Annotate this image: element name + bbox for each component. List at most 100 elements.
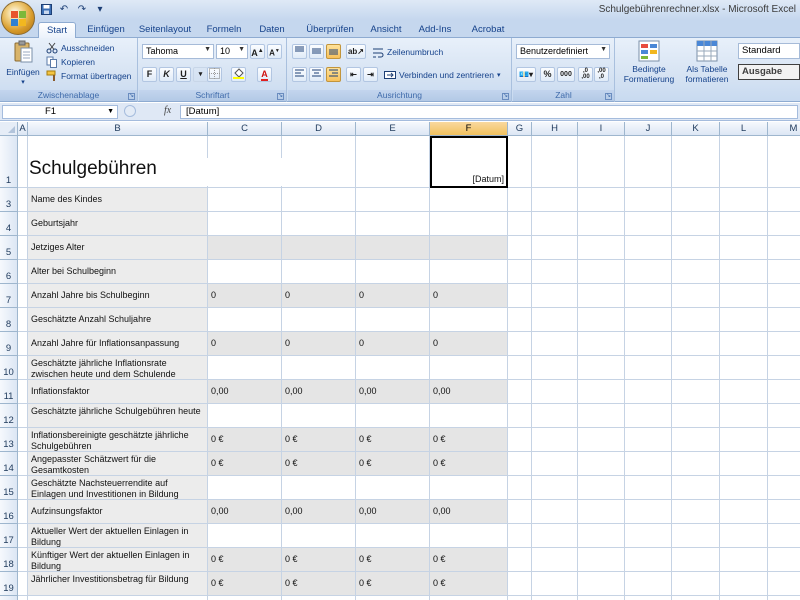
column-header-m[interactable]: M bbox=[768, 122, 800, 136]
value-cell[interactable] bbox=[208, 260, 281, 283]
row-label[interactable]: Geschätzte jährliche Inflationsrate zwis… bbox=[28, 356, 207, 379]
column-header-k[interactable]: K bbox=[672, 122, 720, 136]
wrap-text-button[interactable]: Zeilenumbruch bbox=[372, 46, 443, 58]
value-cell[interactable] bbox=[430, 212, 507, 235]
percent-button[interactable]: % bbox=[540, 67, 555, 82]
column-header-c[interactable]: C bbox=[208, 122, 282, 136]
row-label[interactable]: Jährlicher Investitionsbetrag für Bildun… bbox=[28, 572, 207, 595]
clipboard-launcher-icon[interactable]: ↘ bbox=[128, 93, 135, 100]
value-cell[interactable]: 0,00 bbox=[282, 500, 355, 523]
tab-acrobat[interactable]: Acrobat bbox=[466, 22, 510, 38]
value-cell[interactable] bbox=[208, 188, 281, 211]
increase-indent-button[interactable]: ⇥ bbox=[363, 67, 378, 82]
align-left-button[interactable] bbox=[292, 67, 307, 82]
value-cell[interactable] bbox=[282, 188, 355, 211]
value-cell[interactable]: 0,00 bbox=[430, 500, 507, 523]
value-cell[interactable]: 0,00 bbox=[430, 380, 507, 403]
row-label[interactable]: Aufzinsungsfaktor bbox=[28, 500, 207, 523]
align-middle-button[interactable] bbox=[309, 44, 324, 59]
shrink-font-button[interactable]: A▼ bbox=[267, 44, 282, 59]
row-header-7[interactable]: 7 bbox=[0, 284, 18, 308]
value-cell[interactable] bbox=[282, 236, 355, 259]
row-label[interactable]: Anzahl Jahre für Inflationsanpassung bbox=[28, 332, 207, 355]
row-label[interactable]: Geschätzte Nachsteuerrendite auf Einlage… bbox=[28, 476, 207, 499]
cut-button[interactable]: Ausschneiden bbox=[46, 42, 114, 54]
tab-insert[interactable]: Einfügen bbox=[80, 22, 132, 38]
value-cell[interactable]: 0 € bbox=[282, 572, 355, 595]
value-cell[interactable] bbox=[356, 524, 429, 547]
value-cell[interactable] bbox=[208, 476, 281, 499]
value-cell[interactable] bbox=[282, 476, 355, 499]
value-cell[interactable] bbox=[430, 260, 507, 283]
value-cell[interactable] bbox=[208, 212, 281, 235]
value-cell[interactable]: 0 bbox=[356, 332, 429, 355]
row-header-12[interactable]: 12 bbox=[0, 404, 18, 428]
italic-button[interactable]: K bbox=[159, 67, 174, 82]
row-header-14[interactable]: 14 bbox=[0, 452, 18, 476]
value-cell[interactable]: 0 € bbox=[356, 572, 429, 595]
value-cell[interactable]: 0,00 bbox=[356, 500, 429, 523]
row-label[interactable]: Aktueller Wert der aktuellen Einlagen in… bbox=[28, 524, 207, 547]
column-header-i[interactable]: I bbox=[578, 122, 625, 136]
row-header-5[interactable]: 5 bbox=[0, 236, 18, 260]
value-cell[interactable]: 0 € bbox=[356, 548, 429, 571]
decrease-indent-button[interactable]: ⇤ bbox=[346, 67, 361, 82]
value-cell[interactable]: 0 bbox=[282, 332, 355, 355]
font-size-select[interactable]: 10 ▼ bbox=[216, 44, 248, 59]
font-name-select[interactable]: Tahoma ▼ bbox=[142, 44, 214, 59]
value-cell[interactable]: 0,00 bbox=[282, 380, 355, 403]
value-cell[interactable] bbox=[282, 212, 355, 235]
column-header-j[interactable]: J bbox=[625, 122, 672, 136]
fill-handle[interactable] bbox=[505, 185, 506, 186]
column-header-h[interactable]: H bbox=[532, 122, 578, 136]
row-header-20[interactable]: 20 bbox=[0, 596, 18, 600]
value-cell[interactable]: 0 bbox=[208, 332, 281, 355]
name-box[interactable]: F1 ▼ bbox=[2, 105, 118, 119]
align-center-button[interactable] bbox=[309, 67, 324, 82]
value-cell[interactable]: 0,00 bbox=[356, 380, 429, 403]
style-output[interactable]: Ausgabe bbox=[738, 64, 800, 80]
tab-data[interactable]: Daten bbox=[252, 22, 292, 38]
orientation-button[interactable]: ab↗ bbox=[346, 44, 366, 59]
value-cell[interactable] bbox=[208, 404, 281, 427]
value-cell[interactable] bbox=[208, 236, 281, 259]
format-painter-button[interactable]: Format übertragen bbox=[46, 70, 131, 82]
font-launcher-icon[interactable]: ↘ bbox=[277, 93, 284, 100]
value-cell[interactable]: 0 bbox=[356, 284, 429, 307]
row-header-18[interactable]: 18 bbox=[0, 548, 18, 572]
row-header-4[interactable]: 4 bbox=[0, 212, 18, 236]
align-bottom-button[interactable] bbox=[326, 44, 341, 59]
value-cell[interactable]: 0 bbox=[282, 284, 355, 307]
value-cell[interactable] bbox=[430, 236, 507, 259]
value-cell[interactable]: 0,00 bbox=[208, 500, 281, 523]
value-cell[interactable] bbox=[208, 356, 281, 379]
tab-addins[interactable]: Add-Ins bbox=[414, 22, 456, 38]
row-header-10[interactable]: 10 bbox=[0, 356, 18, 380]
expand-formula-icon[interactable] bbox=[124, 105, 136, 117]
value-cell[interactable] bbox=[208, 524, 281, 547]
date-cell[interactable]: [Datum] bbox=[430, 136, 508, 188]
row-label[interactable]: Inflationsbereinigte geschätzte jährlich… bbox=[28, 428, 207, 451]
row-label[interactable]: Name des Kindes bbox=[28, 188, 207, 211]
value-cell[interactable] bbox=[356, 260, 429, 283]
row-header-16[interactable]: 16 bbox=[0, 500, 18, 524]
column-header-a[interactable]: A bbox=[18, 122, 28, 136]
value-cell[interactable]: 0 € bbox=[282, 452, 355, 475]
row-label[interactable]: Anzahl Jahre bis Schulbeginn bbox=[28, 284, 207, 307]
value-cell[interactable] bbox=[282, 356, 355, 379]
value-cell[interactable]: 0 € bbox=[430, 428, 507, 451]
row-label[interactable]: Inflationsfaktor bbox=[28, 380, 207, 403]
value-cell[interactable]: 0 € bbox=[208, 548, 281, 571]
value-cell[interactable]: 0 bbox=[430, 284, 507, 307]
column-header-f[interactable]: F bbox=[430, 122, 508, 136]
row-header-8[interactable]: 8 bbox=[0, 308, 18, 332]
value-cell[interactable]: 0 € bbox=[430, 548, 507, 571]
fill-color-button[interactable] bbox=[231, 67, 246, 82]
row-header-1[interactable]: 1 bbox=[0, 136, 18, 188]
value-cell[interactable]: 0 € bbox=[282, 428, 355, 451]
row-header-3[interactable]: 3 bbox=[0, 188, 18, 212]
value-cell[interactable] bbox=[430, 476, 507, 499]
row-label[interactable]: Jetziges Alter bbox=[28, 236, 207, 259]
value-cell[interactable]: 0 € bbox=[430, 572, 507, 595]
select-all-button[interactable] bbox=[0, 122, 18, 136]
